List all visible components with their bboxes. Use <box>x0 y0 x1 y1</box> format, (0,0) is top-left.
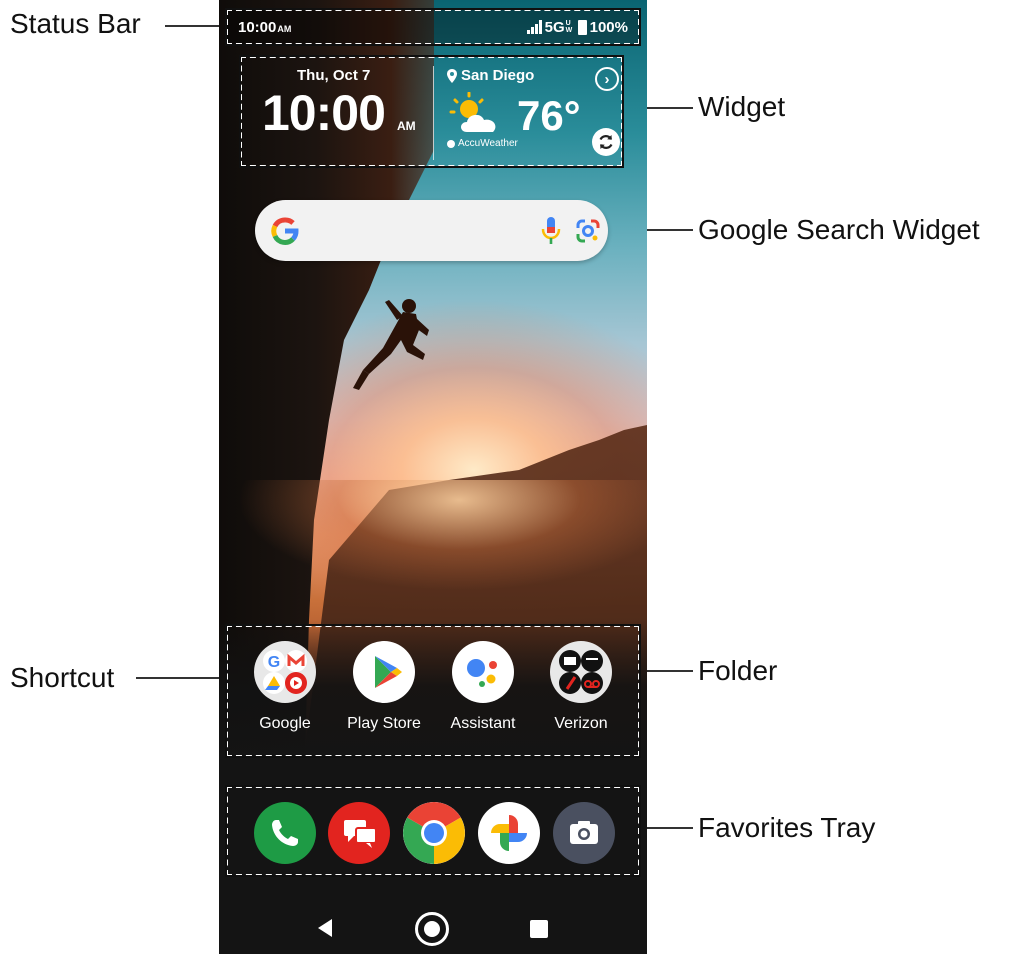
accuweather-icon <box>447 139 455 148</box>
google-g-icon <box>271 217 299 245</box>
location-pin-icon <box>447 68 457 83</box>
home-screen: 10:00AM 5G UW 100% Thu, Oct 7 10:00 AM S… <box>219 0 647 954</box>
google-search-widget[interactable] <box>255 200 608 261</box>
verizon-folder-glyphs <box>559 650 603 694</box>
wallpaper-sunlight <box>219 480 647 630</box>
climber-silhouette <box>353 299 429 390</box>
callout-shortcut: Shortcut <box>10 662 115 693</box>
partly-sunny-icon <box>449 92 496 132</box>
widget-date: Thu, Oct 7 <box>297 67 371 84</box>
phone-app-icon[interactable] <box>254 802 316 864</box>
widget-temperature: 76° <box>517 92 581 139</box>
widget-location-label: San Diego <box>461 67 535 84</box>
battery-level: 100% <box>589 18 628 36</box>
shortcut-row: G Google Play Store Assistant Verizon <box>225 624 641 758</box>
camera-app-icon[interactable] <box>553 802 615 864</box>
battery-icon <box>577 19 587 35</box>
app-label: Play Store <box>347 715 421 732</box>
home-button[interactable] <box>415 912 449 946</box>
callout-widget: Widget <box>698 91 786 122</box>
widget-clock[interactable]: 10:00 <box>262 84 386 142</box>
callout-line-status-bar <box>165 25 226 27</box>
widget-provider: AccuWeather <box>447 138 518 149</box>
folder-verizon-icon <box>550 641 612 703</box>
chevron-right-icon[interactable]: › <box>595 67 619 91</box>
photos-glyph <box>491 815 527 851</box>
photos-app-icon[interactable] <box>478 802 540 864</box>
svg-text:G: G <box>268 654 280 671</box>
callout-folder: Folder <box>698 655 778 686</box>
callout-line-favorites-tray <box>640 827 693 829</box>
widget-divider <box>433 66 434 160</box>
network-sup: UW <box>565 20 573 34</box>
google-folder-glyphs: G <box>263 650 307 694</box>
play-store-icon <box>353 641 415 703</box>
phone-glyph <box>272 820 298 846</box>
app-assistant[interactable]: Assistant <box>433 641 533 733</box>
folder-google-icon: G <box>254 641 316 703</box>
refresh-icon[interactable] <box>592 128 620 156</box>
messages-glyph <box>344 820 377 848</box>
microphone-icon[interactable] <box>540 215 562 247</box>
chrome-glyph <box>403 802 465 864</box>
status-time: 10:00AM <box>238 18 292 36</box>
recents-button[interactable] <box>530 920 548 938</box>
chrome-app-icon[interactable] <box>403 802 465 864</box>
callout-google-search-widget: Google Search Widget <box>698 214 980 245</box>
assistant-glyph <box>467 659 497 687</box>
signal-icon <box>526 20 542 34</box>
network-type: 5G <box>544 18 565 36</box>
assistant-icon <box>452 641 514 703</box>
favorites-tray <box>225 785 641 877</box>
play-store-glyph <box>375 656 402 688</box>
app-label: Verizon <box>554 715 608 732</box>
widget-location[interactable]: San Diego <box>447 67 534 84</box>
status-bar[interactable]: 10:00AM 5G UW 100% <box>225 8 641 46</box>
widget-ampm: AM <box>397 119 416 133</box>
camera-glyph <box>570 821 598 844</box>
messages-app-icon[interactable] <box>328 802 390 864</box>
back-icon[interactable] <box>316 918 334 938</box>
folder-verizon[interactable]: Verizon <box>531 641 631 733</box>
callout-status-bar: Status Bar <box>10 8 141 39</box>
callout-favorites-tray: Favorites Tray <box>698 812 876 843</box>
app-label: Google <box>259 715 311 732</box>
clock-weather-widget[interactable]: Thu, Oct 7 10:00 AM San Diego 76° AccuWe… <box>239 55 624 168</box>
widget-provider-label: AccuWeather <box>458 138 518 149</box>
refresh-glyph <box>599 135 613 149</box>
app-label: Assistant <box>450 715 516 732</box>
status-indicators: 5G UW 100% <box>526 18 628 36</box>
folder-google[interactable]: G Google <box>235 641 335 733</box>
google-lens-icon[interactable] <box>575 218 601 244</box>
app-play-store[interactable]: Play Store <box>334 641 434 733</box>
